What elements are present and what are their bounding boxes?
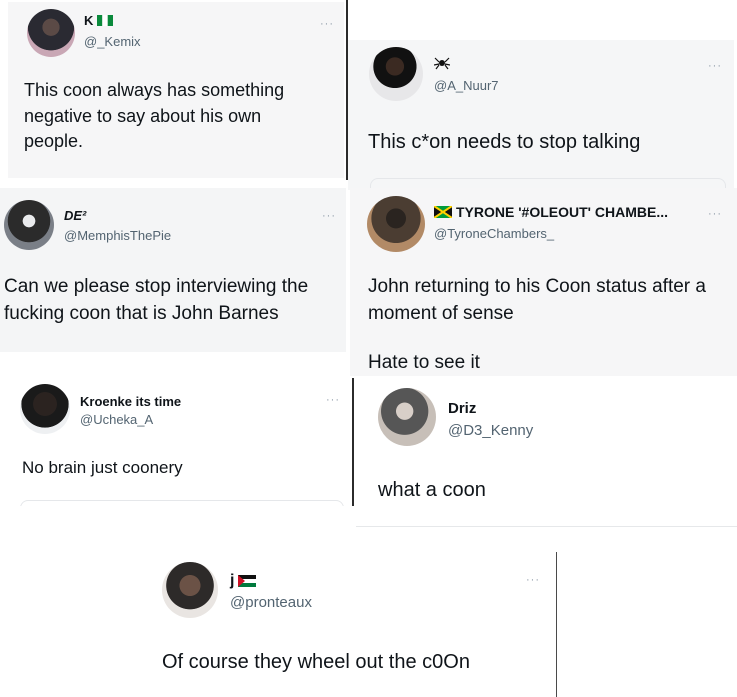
display-name[interactable]: Kroenke its time <box>80 394 181 409</box>
avatar[interactable] <box>367 196 425 252</box>
tweet-text: This c*on needs to stop talking <box>368 131 641 153</box>
tweet-text: This coon always has something negative … <box>24 80 285 152</box>
nigeria-flag-icon <box>97 15 114 26</box>
spider-icon <box>434 57 450 70</box>
avatar[interactable] <box>4 200 54 250</box>
avatar[interactable] <box>378 388 436 446</box>
display-name[interactable]: j <box>230 572 257 590</box>
more-icon[interactable]: ··· <box>526 574 540 586</box>
handle[interactable]: @TyroneChambers_ <box>434 226 554 241</box>
display-name[interactable]: K <box>84 13 114 28</box>
display-name[interactable] <box>434 56 450 70</box>
tweet-text: Of course they wheel out the c0On <box>162 651 470 673</box>
handle[interactable]: @pronteaux <box>230 594 312 611</box>
avatar[interactable] <box>27 9 75 57</box>
handle[interactable]: @_Kemix <box>84 34 141 49</box>
tweet-text-second-line: Hate to see it <box>368 352 480 373</box>
tweet-text: John returning to his Coon status after … <box>368 276 706 324</box>
display-name[interactable]: DE² <box>64 208 86 223</box>
tweet-text: what a coon <box>378 479 486 501</box>
jamaica-flag-icon <box>434 206 452 218</box>
tweet-card-bottom-edge <box>20 500 344 506</box>
avatar[interactable] <box>20 384 70 434</box>
display-name[interactable]: Driz <box>448 400 476 417</box>
tweet-text: Can we please stop interviewing the fuck… <box>4 276 309 324</box>
palestine-flag-icon <box>238 575 257 587</box>
display-name[interactable]: TYRONE '#OLEOUT' CHAMBE... <box>434 204 668 220</box>
tweet-card-pronteaux: j @pronteaux ··· Of course they wheel ou… <box>140 550 556 697</box>
handle[interactable]: @A_Nuur7 <box>434 78 499 93</box>
avatar[interactable] <box>369 47 423 101</box>
handle[interactable]: @Ucheka_A <box>80 412 153 427</box>
card-right-border <box>556 552 557 697</box>
tweet-card-d3-kenny: Driz @D3_Kenny what a coon <box>356 378 737 528</box>
tweet-card-a-nuur7: @A_Nuur7 ··· This c*on needs to stop tal… <box>348 40 734 190</box>
tweet-text: No brain just coonery <box>22 458 183 477</box>
handle[interactable]: @D3_Kenny <box>448 422 533 439</box>
more-icon[interactable]: ··· <box>708 60 722 72</box>
tweet-card-kemix: K @_Kemix ··· This coon always has somet… <box>8 2 344 178</box>
tweet-card-ucheka-a: Kroenke its time @Ucheka_A ··· No brain … <box>0 376 352 506</box>
avatar[interactable] <box>162 562 218 618</box>
more-icon[interactable]: ··· <box>322 210 336 222</box>
card-bottom-border <box>356 526 737 527</box>
more-icon[interactable]: ··· <box>326 394 340 406</box>
tweet-card-memphisthepie: DE² @MemphisThePie ··· Can we please sto… <box>0 188 346 352</box>
tweet-card-tyronechambers: TYRONE '#OLEOUT' CHAMBE... @TyroneChambe… <box>350 188 737 376</box>
handle[interactable]: @MemphisThePie <box>64 228 171 243</box>
column-divider <box>352 378 354 506</box>
more-icon[interactable]: ··· <box>708 208 722 220</box>
more-icon[interactable]: ··· <box>320 18 334 30</box>
